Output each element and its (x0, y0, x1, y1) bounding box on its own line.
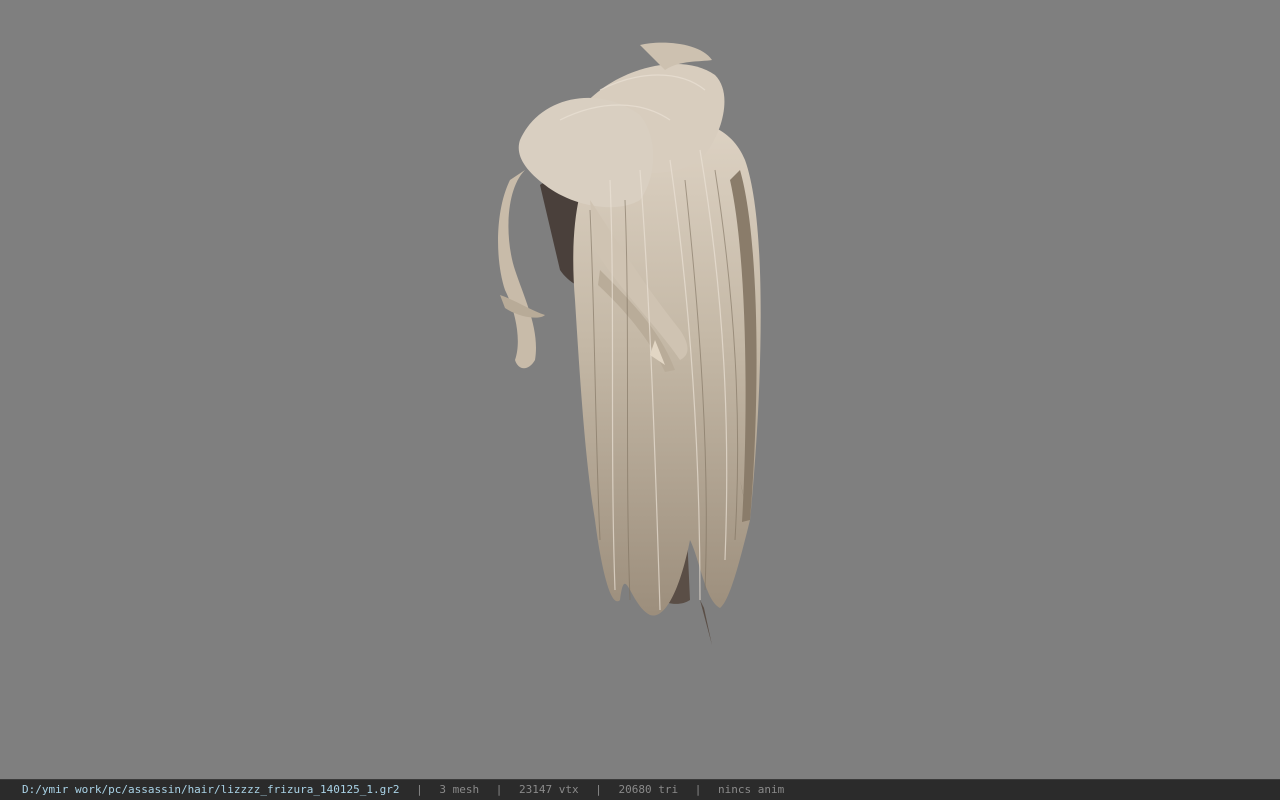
animation-status: nincs anim (717, 783, 785, 796)
separator: | (495, 783, 503, 796)
separator: | (416, 783, 423, 796)
status-bar: D:/ymir work/pc/assassin/hair/lizzzz_fri… (0, 779, 1280, 800)
mesh-count: 3 mesh (439, 783, 480, 796)
hair-model (498, 42, 761, 645)
triangle-count: 20680 tri (618, 783, 679, 796)
separator: | (595, 783, 602, 796)
3d-viewport[interactable] (0, 0, 1280, 779)
separator: | (694, 783, 702, 796)
file-path: D:/ymir work/pc/assassin/hair/lizzzz_fri… (22, 783, 400, 796)
vertex-count: 23147 vtx (519, 783, 579, 796)
